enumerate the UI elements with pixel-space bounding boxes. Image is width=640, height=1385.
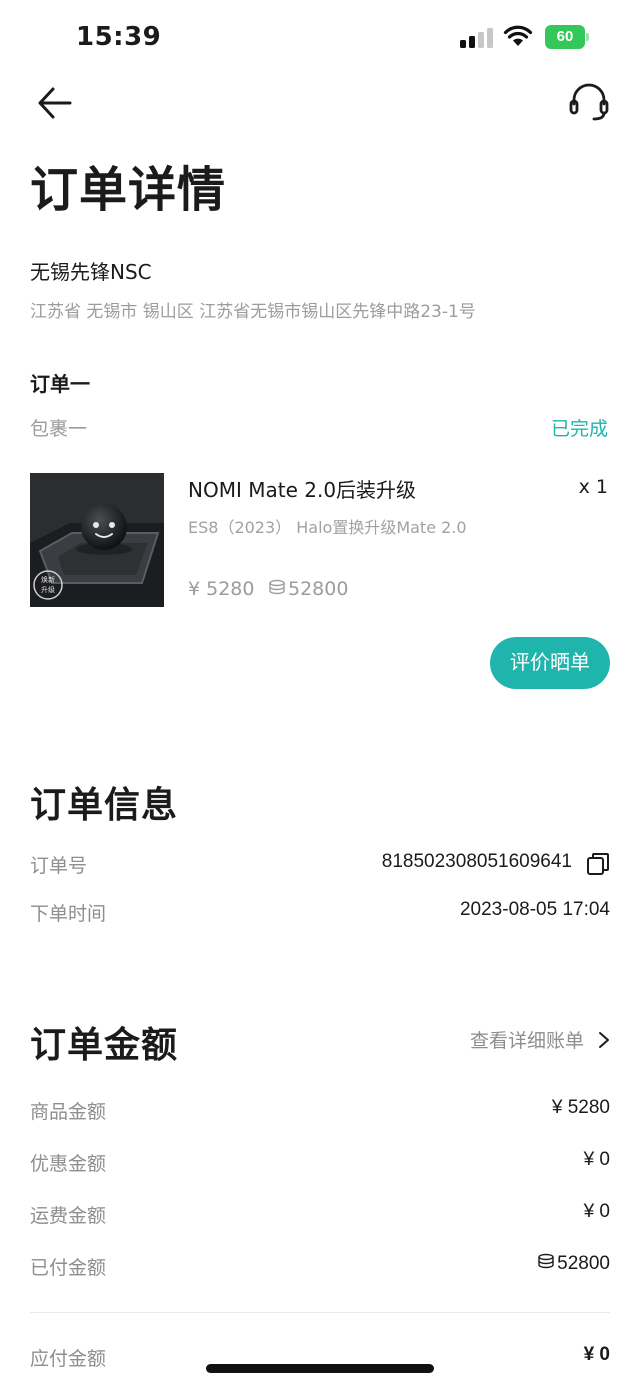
copy-icon[interactable] (586, 852, 610, 876)
order-amount-title: 订单金额 (30, 1025, 179, 1066)
payable-amount-value: ¥ 0 (583, 1344, 610, 1365)
paid-amount-value: 52800 (557, 1253, 610, 1274)
view-bill-link[interactable]: 查看详细账单 (470, 1026, 610, 1053)
chevron-right-icon (599, 1031, 609, 1048)
product-quantity: x 1 (578, 476, 608, 498)
battery-level: 60 (545, 25, 585, 49)
paid-amount-label: 已付金额 (30, 1257, 107, 1279)
product-name[interactable]: NOMI Mate 2.0后装升级 (188, 474, 416, 503)
product-badge-line2: 升级 (41, 585, 55, 594)
order-info-title: 订单信息 (30, 785, 179, 826)
shipping-amount-value: ¥ 0 (583, 1201, 610, 1222)
headset-icon[interactable] (566, 80, 612, 124)
divider (30, 1312, 610, 1313)
home-indicator (206, 1364, 434, 1373)
review-button[interactable]: 评价晒单 (490, 637, 610, 689)
view-bill-label: 查看详细账单 (469, 1030, 584, 1052)
product-spec: ES8（2023） Halo置换升级Mate 2.0 (188, 518, 467, 537)
shipping-amount-label: 运费金额 (30, 1205, 107, 1227)
page-title: 订单详情 (30, 162, 227, 218)
product-badge-line1: 焕新 (41, 575, 55, 584)
store-name: 无锡先锋NSC (30, 260, 152, 284)
product-points: 52800 (268, 578, 348, 600)
coin-stack-icon (538, 1253, 554, 1269)
product-points-value: 52800 (288, 578, 349, 600)
discount-amount-value: ¥ 0 (583, 1149, 610, 1170)
back-arrow-icon[interactable] (34, 82, 76, 124)
order-time-value: 2023-08-05 17:04 (459, 899, 610, 920)
goods-amount-value: ¥ 5280 (551, 1097, 610, 1118)
order-number-value: 818502308051609641 (381, 851, 572, 872)
discount-amount-label: 优惠金额 (30, 1153, 107, 1175)
product-price: ¥ 5280 (188, 578, 255, 600)
payable-amount-label: 应付金额 (30, 1348, 107, 1370)
order-label: 订单一 (30, 372, 90, 396)
wifi-icon (503, 25, 533, 46)
status-bar: 15:39 60 (0, 0, 640, 76)
signal-icon (460, 28, 494, 48)
paid-amount: 52800 (537, 1253, 610, 1275)
store-address: 江苏省 无锡市 锡山区 江苏省无锡市锡山区先锋中路23-1号 (30, 302, 476, 322)
battery-icon: 60 (545, 25, 589, 49)
order-number-label: 订单号 (30, 855, 88, 877)
coin-stack-icon (269, 579, 285, 595)
order-time-label: 下单时间 (30, 903, 107, 925)
order-status: 已完成 (550, 418, 608, 440)
goods-amount-label: 商品金额 (30, 1101, 107, 1123)
package-label: 包裹一 (30, 418, 88, 440)
product-image[interactable]: 焕新 升级 (30, 473, 164, 607)
status-time: 15:39 (76, 22, 162, 52)
